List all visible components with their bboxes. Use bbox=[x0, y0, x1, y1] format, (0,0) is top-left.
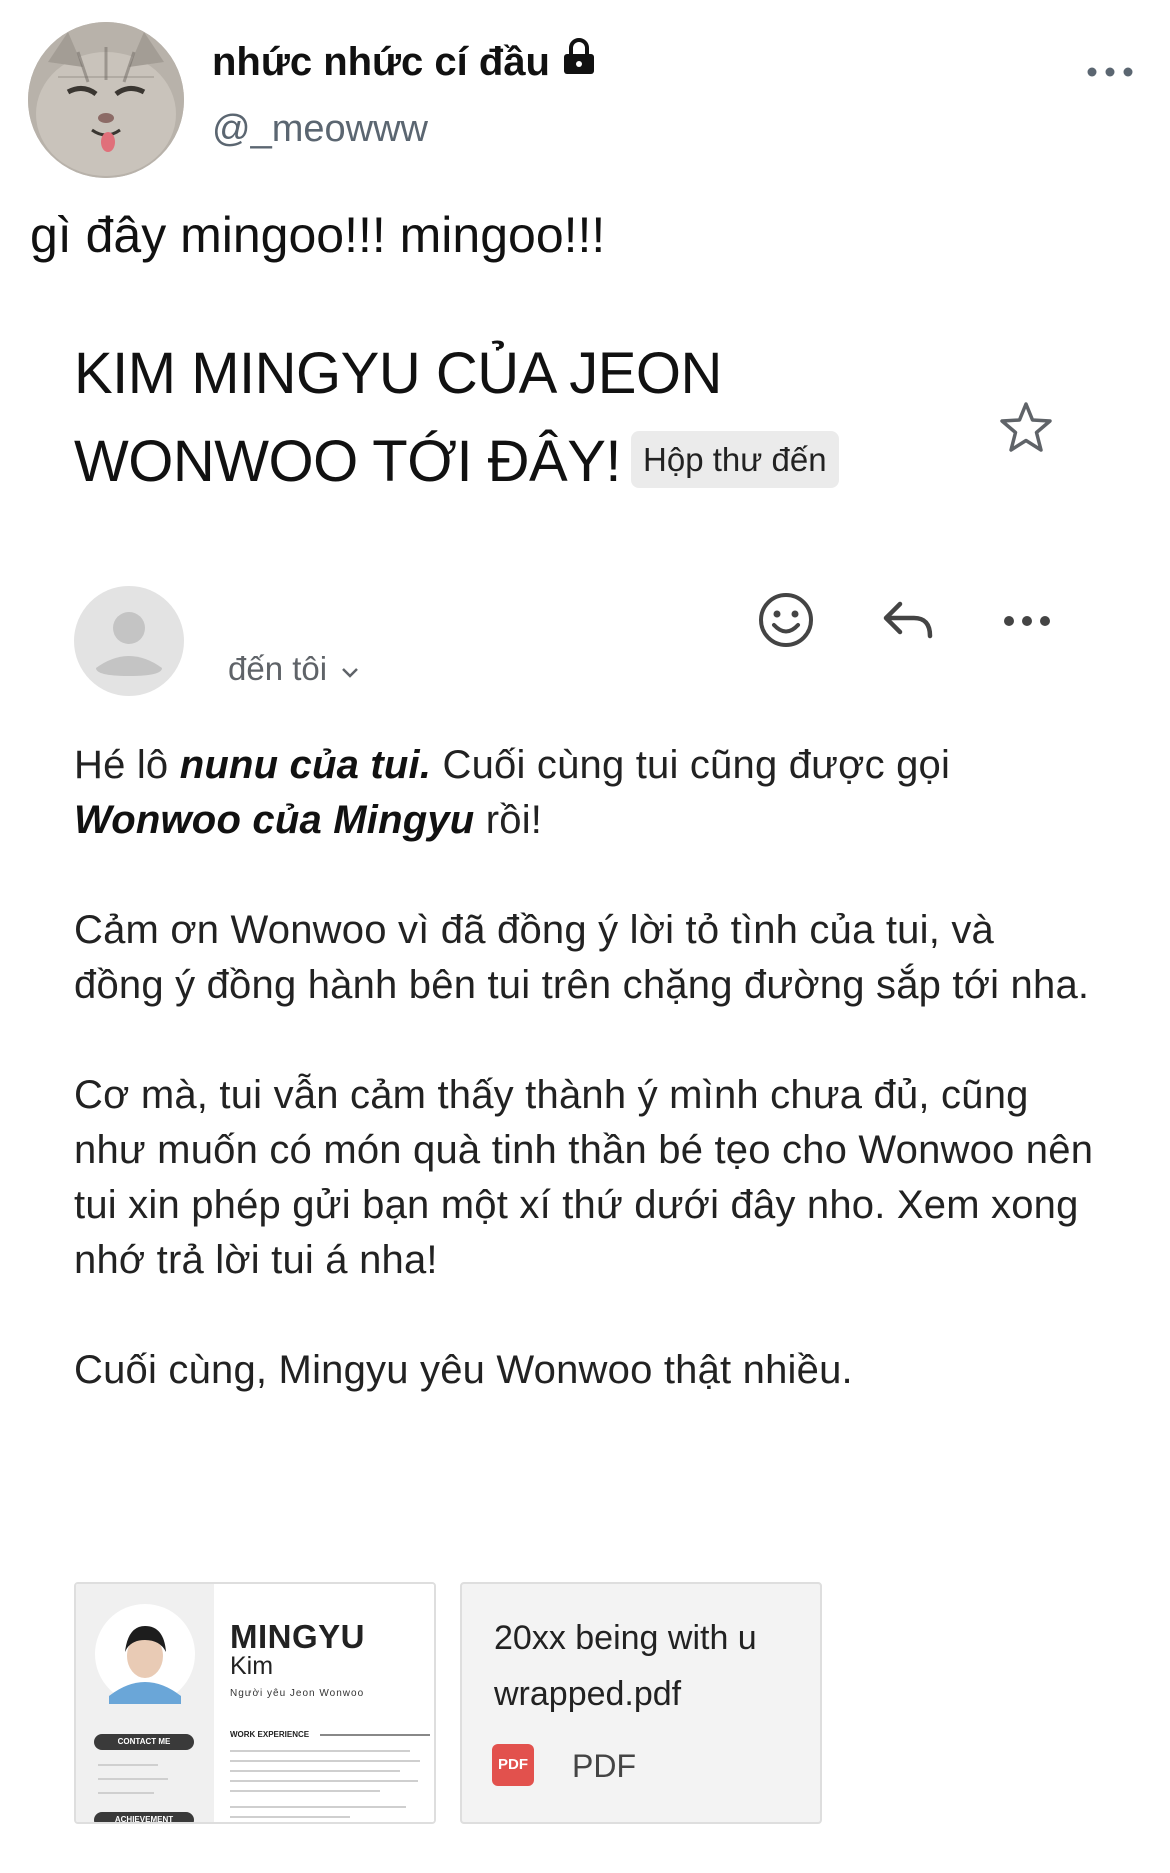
resume-section-title: WORK EXPERIENCE bbox=[230, 1730, 310, 1739]
inbox-badge[interactable]: Hộp thư đến bbox=[631, 431, 839, 489]
star-icon[interactable] bbox=[996, 398, 1056, 458]
resume-sidebar: CONTACT ME ACHIEVEMENT bbox=[76, 1584, 214, 1822]
recipient-dropdown[interactable]: đến tôi bbox=[228, 650, 361, 688]
email-subject-text: KIM MINGYU CỦA JEON WONWOO TỚI ĐÂY! bbox=[74, 341, 722, 494]
attachment-type: PDF bbox=[572, 1748, 636, 1784]
email-subject: KIM MINGYU CỦA JEON WONWOO TỚI ĐÂY! Hộp t… bbox=[74, 330, 974, 506]
resume-subtitle: Người yêu Jeon Wonwoo bbox=[230, 1688, 365, 1699]
resume-main: MINGYU Kim Người yêu Jeon Wonwoo WORK EX… bbox=[214, 1584, 434, 1822]
resume-line bbox=[98, 1764, 158, 1766]
attachment-preview-resume[interactable]: CONTACT ME ACHIEVEMENT MINGYU Kim Người … bbox=[74, 1582, 436, 1824]
body-paragraph: Hé lô nunu của tui. Cuối cùng tui cũng đ… bbox=[74, 743, 951, 842]
chevron-down-icon bbox=[339, 650, 361, 688]
resume-line bbox=[230, 1790, 380, 1792]
resume-line bbox=[230, 1816, 350, 1818]
body-paragraph: Cảm ơn Wonwoo vì đã đồng ý lời tỏ tình c… bbox=[74, 908, 1090, 1007]
more-horizontal-icon[interactable] bbox=[1000, 604, 1054, 638]
reply-icon[interactable] bbox=[880, 596, 936, 646]
resume-line bbox=[230, 1780, 418, 1782]
attachment-title: 20xx being with u wrapped.pdf bbox=[494, 1619, 757, 1713]
resume-line bbox=[230, 1760, 420, 1762]
tweet-text: gì đây mingoo!!! mingoo!!! bbox=[30, 207, 606, 263]
resume-surname: Kim bbox=[230, 1652, 274, 1680]
email-body: Hé lô nunu của tui. Cuối cùng tui cũng đ… bbox=[74, 738, 1094, 1453]
cat-avatar[interactable] bbox=[28, 22, 184, 178]
resume-line bbox=[98, 1778, 168, 1780]
contact-pill: CONTACT ME bbox=[94, 1734, 194, 1750]
display-name[interactable]: nhức nhức cí đầu bbox=[212, 38, 596, 86]
resume-line bbox=[98, 1792, 154, 1794]
body-paragraph: Cuối cùng, Mingyu yêu Wonwoo thật nhiều. bbox=[74, 1348, 853, 1392]
user-handle[interactable]: @_meowww bbox=[212, 108, 428, 151]
resume-line bbox=[230, 1750, 410, 1752]
profile-photo bbox=[95, 1604, 195, 1704]
body-paragraph: Cơ mà, tui vẫn cảm thấy thành ý mình chư… bbox=[74, 1073, 1094, 1282]
resume-line bbox=[230, 1806, 406, 1808]
sender-avatar[interactable] bbox=[74, 586, 184, 696]
emoji-reaction-icon[interactable] bbox=[756, 590, 816, 650]
recipient-label: đến tôi bbox=[228, 650, 328, 687]
pdf-file-icon: PDF bbox=[492, 1744, 534, 1786]
resume-name: MINGYU bbox=[230, 1618, 365, 1655]
achievement-pill: ACHIEVEMENT bbox=[94, 1812, 194, 1822]
resume-line bbox=[230, 1770, 400, 1772]
resume-divider bbox=[320, 1734, 430, 1736]
display-name-text: nhức nhức cí đầu bbox=[212, 39, 550, 84]
lock-icon bbox=[562, 38, 596, 86]
more-horizontal-icon[interactable] bbox=[1084, 52, 1136, 92]
attachment-pdf[interactable]: 20xx being with u wrapped.pdf PDF PDF bbox=[460, 1582, 822, 1824]
